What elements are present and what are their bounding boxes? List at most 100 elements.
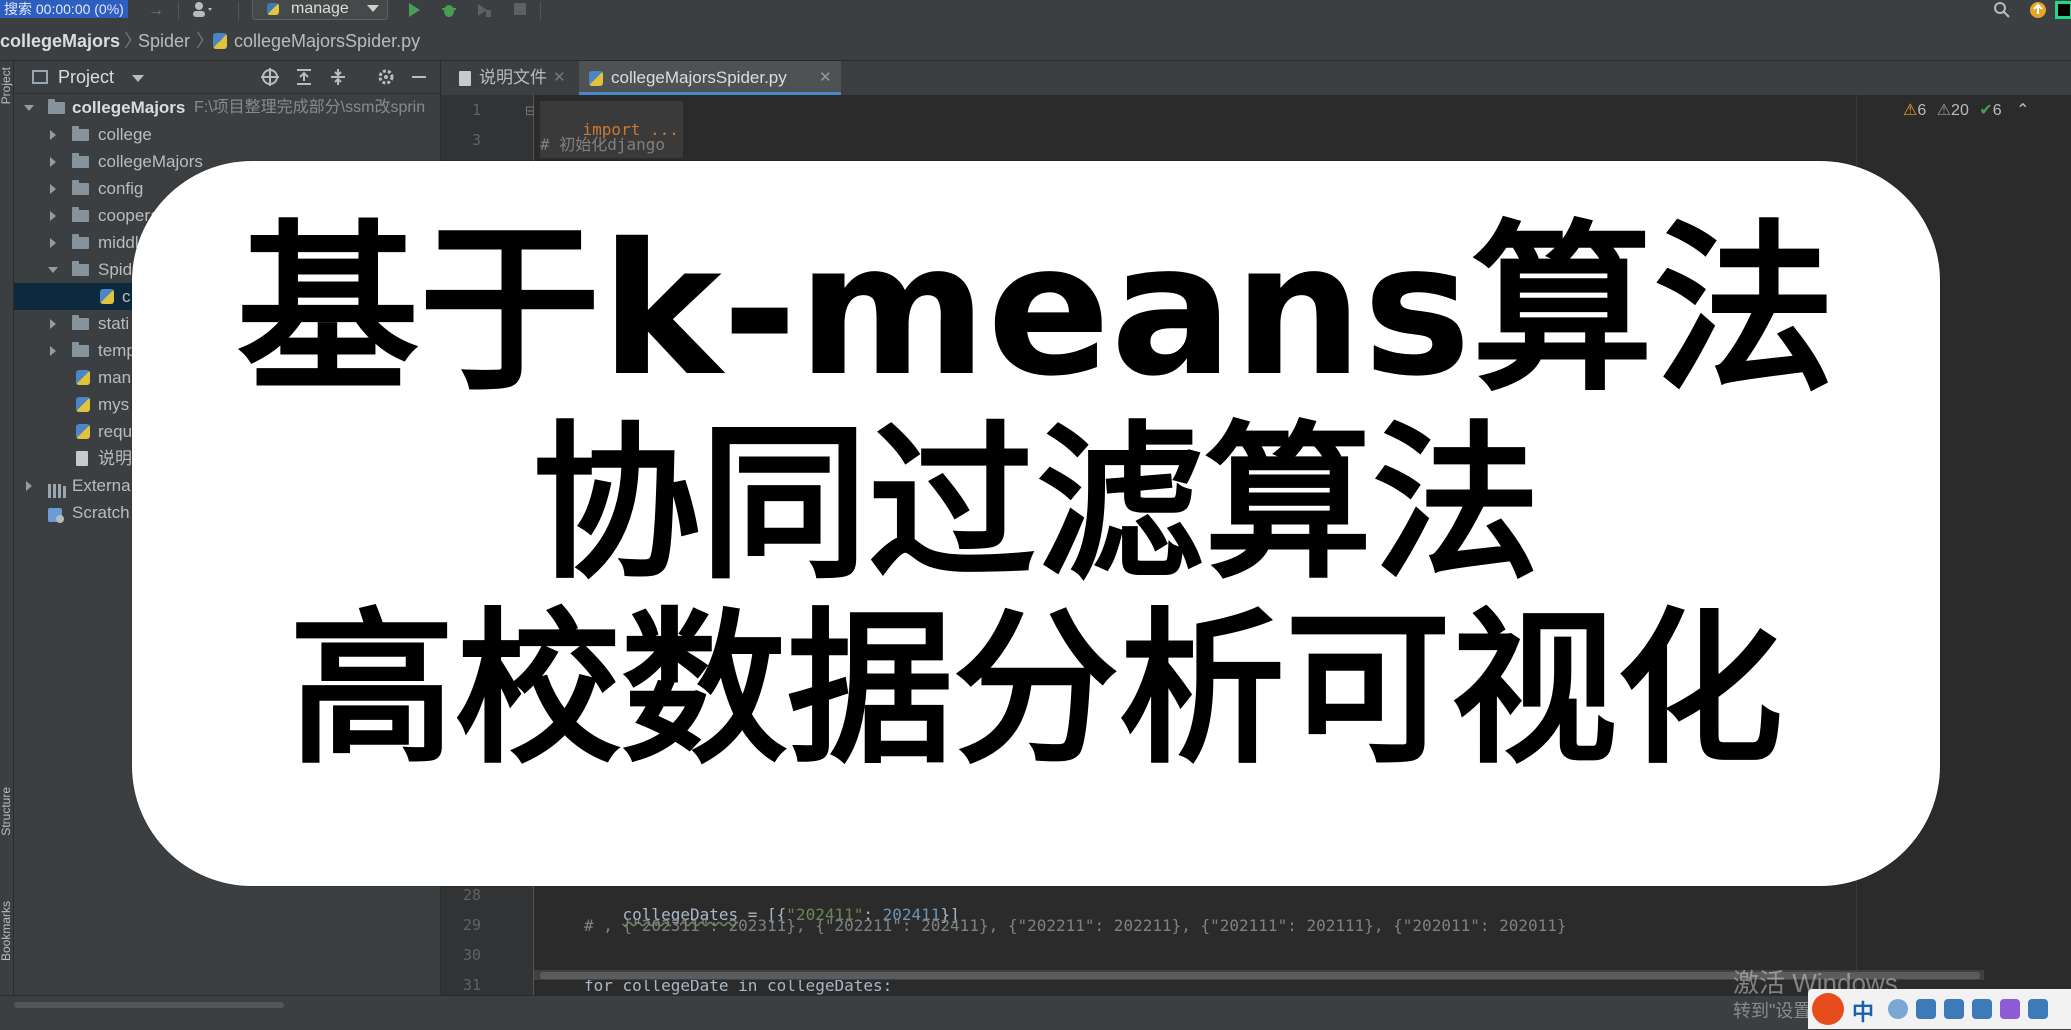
toolbox-icon[interactable]: [1972, 999, 1992, 1019]
chevron-down-icon: [24, 105, 34, 111]
title-overlay-card: 基于k-means算法 协同过滤算法 高校数据分析可视化: [132, 161, 1940, 886]
user-icon[interactable]: [190, 0, 216, 18]
minimize-icon[interactable]: [412, 76, 426, 78]
run-icon[interactable]: [405, 1, 423, 19]
folder-icon: [48, 99, 65, 114]
close-icon[interactable]: ✕: [553, 61, 566, 95]
overlay-title-line-2: 协同过滤算法: [532, 406, 1540, 602]
breadcrumb-item-project[interactable]: collegeMajors: [0, 22, 120, 60]
text-file-icon: [76, 451, 88, 466]
tree-item-label: config: [98, 179, 144, 198]
scratch-icon: [48, 505, 66, 532]
python-file-icon: [100, 289, 114, 304]
warning-icon: ⚠: [1903, 102, 1918, 119]
weak-warning-icon: ⚠: [1936, 102, 1952, 119]
tree-item[interactable]: college: [14, 121, 440, 148]
requirements-file-icon: [76, 424, 90, 439]
project-view-title[interactable]: Project: [58, 67, 114, 88]
stop-icon[interactable]: [511, 1, 529, 19]
skin-icon[interactable]: [2000, 999, 2020, 1019]
tree-item-label: collegeMajors: [98, 152, 203, 171]
chevron-right-icon: [50, 211, 56, 221]
main-toolbar: 搜索 00:00:00 (0%) → manage: [0, 0, 2071, 23]
tree-root[interactable]: collegeMajors F:\项目整理完成部分\ssm改sprin: [14, 94, 440, 121]
folder-icon: [72, 126, 89, 141]
project-tool-tab[interactable]: Project: [0, 67, 13, 104]
chat-icon[interactable]: [2028, 999, 2048, 1019]
panel-scrollbar[interactable]: [14, 1002, 284, 1008]
project-panel-header: Project: [14, 61, 440, 94]
line-number: 1: [471, 101, 481, 119]
gear-icon[interactable]: [376, 67, 396, 92]
tree-item-label: Scratch: [72, 503, 130, 522]
breadcrumb: collegeMajors 〉 Spider 〉 collegeMajorsSp…: [0, 22, 2071, 61]
tree-item-label: temp: [98, 341, 136, 360]
python-file-icon: [76, 397, 90, 412]
tree-root-path: F:\项目整理完成部分\ssm改sprin: [194, 99, 426, 116]
breadcrumb-item-folder[interactable]: Spider: [138, 22, 190, 60]
microphone-icon[interactable]: [1916, 999, 1936, 1019]
structure-tool-tab[interactable]: Structure: [0, 787, 13, 836]
expand-all-icon[interactable]: [294, 67, 314, 92]
line-number: 30: [462, 946, 481, 964]
breadcrumb-item-file[interactable]: collegeMajorsSpider.py: [234, 22, 420, 60]
inspections-widget[interactable]: ⚠6 ⚠20 ✔6 ⌃: [1903, 100, 2029, 120]
locate-icon[interactable]: [260, 67, 280, 92]
tree-item-label: Externa: [72, 476, 131, 495]
tab-label: 说明文件: [479, 68, 547, 87]
code-line: # , {"202311": 202311}, {"202211": 20241…: [584, 916, 1567, 935]
python-file-icon: [213, 33, 227, 49]
chevron-right-icon: [50, 184, 56, 194]
folder-icon: [72, 315, 89, 330]
chevron-right-icon: [50, 130, 56, 140]
code-line: # 初始化django: [540, 135, 666, 154]
ime-toolbar: 中: [1808, 989, 2071, 1029]
text-file-icon: [459, 71, 471, 86]
debug-icon[interactable]: [440, 1, 458, 19]
update-icon[interactable]: [2028, 1, 2046, 19]
tab-readme[interactable]: 说明文件 ✕: [441, 61, 569, 95]
chevron-right-icon: [50, 157, 56, 167]
tree-item-label: 说明: [98, 449, 132, 468]
tree-item-label: Spid: [98, 260, 133, 279]
search-icon[interactable]: [1993, 1, 2011, 19]
python-file-icon: [76, 370, 90, 385]
bookmarks-tool-tab[interactable]: Bookmarks: [0, 901, 13, 961]
tab-label: collegeMajorsSpider.py: [611, 68, 787, 87]
chevron-right-icon: [50, 238, 56, 248]
punctuation-icon[interactable]: [1888, 999, 1908, 1019]
chevron-up-icon[interactable]: ⌃: [2016, 102, 2029, 119]
chevron-down-icon: [367, 5, 379, 12]
folder-icon: [72, 261, 89, 276]
folder-icon: [72, 342, 89, 357]
run-configuration-select[interactable]: manage: [252, 0, 388, 20]
weak-warning-count: 20: [1951, 102, 1969, 119]
folder-icon: [72, 207, 89, 222]
breadcrumb-separator: 〉: [196, 31, 214, 51]
folder-icon: [72, 180, 89, 195]
tree-item-label: stati: [98, 314, 130, 333]
sogou-logo-icon[interactable]: [1812, 993, 1844, 1025]
chevron-down-icon: [48, 267, 58, 273]
folder-icon: [72, 234, 89, 249]
coverage-icon[interactable]: [475, 1, 493, 19]
collapse-all-icon[interactable]: [328, 67, 348, 92]
line-number: 29: [462, 916, 481, 934]
tree-item-label: requ: [98, 422, 133, 441]
check-icon: ✔: [1979, 102, 1993, 119]
keyboard-icon[interactable]: [1944, 999, 1964, 1019]
line-number: 3: [471, 131, 481, 149]
tree-item-label: c: [122, 287, 131, 306]
search-recording-indicator[interactable]: 搜索 00:00:00 (0%): [0, 0, 128, 18]
overlay-title-line-3: 高校数据分析可视化: [289, 594, 1783, 787]
line-number: 28: [462, 886, 481, 904]
close-icon[interactable]: ✕: [819, 61, 832, 95]
tab-collegeMajorsSpider[interactable]: collegeMajorsSpider.py ✕: [579, 61, 841, 95]
chevron-down-icon[interactable]: [132, 75, 144, 82]
ide-logo-icon[interactable]: [2055, 1, 2071, 19]
chevron-right-icon: [50, 346, 56, 356]
warning-count: 6: [1917, 102, 1927, 119]
tree-item-label: man: [98, 368, 132, 387]
ime-mode-indicator[interactable]: 中: [1852, 995, 1874, 1027]
forward-arrow-icon[interactable]: →: [148, 2, 164, 20]
